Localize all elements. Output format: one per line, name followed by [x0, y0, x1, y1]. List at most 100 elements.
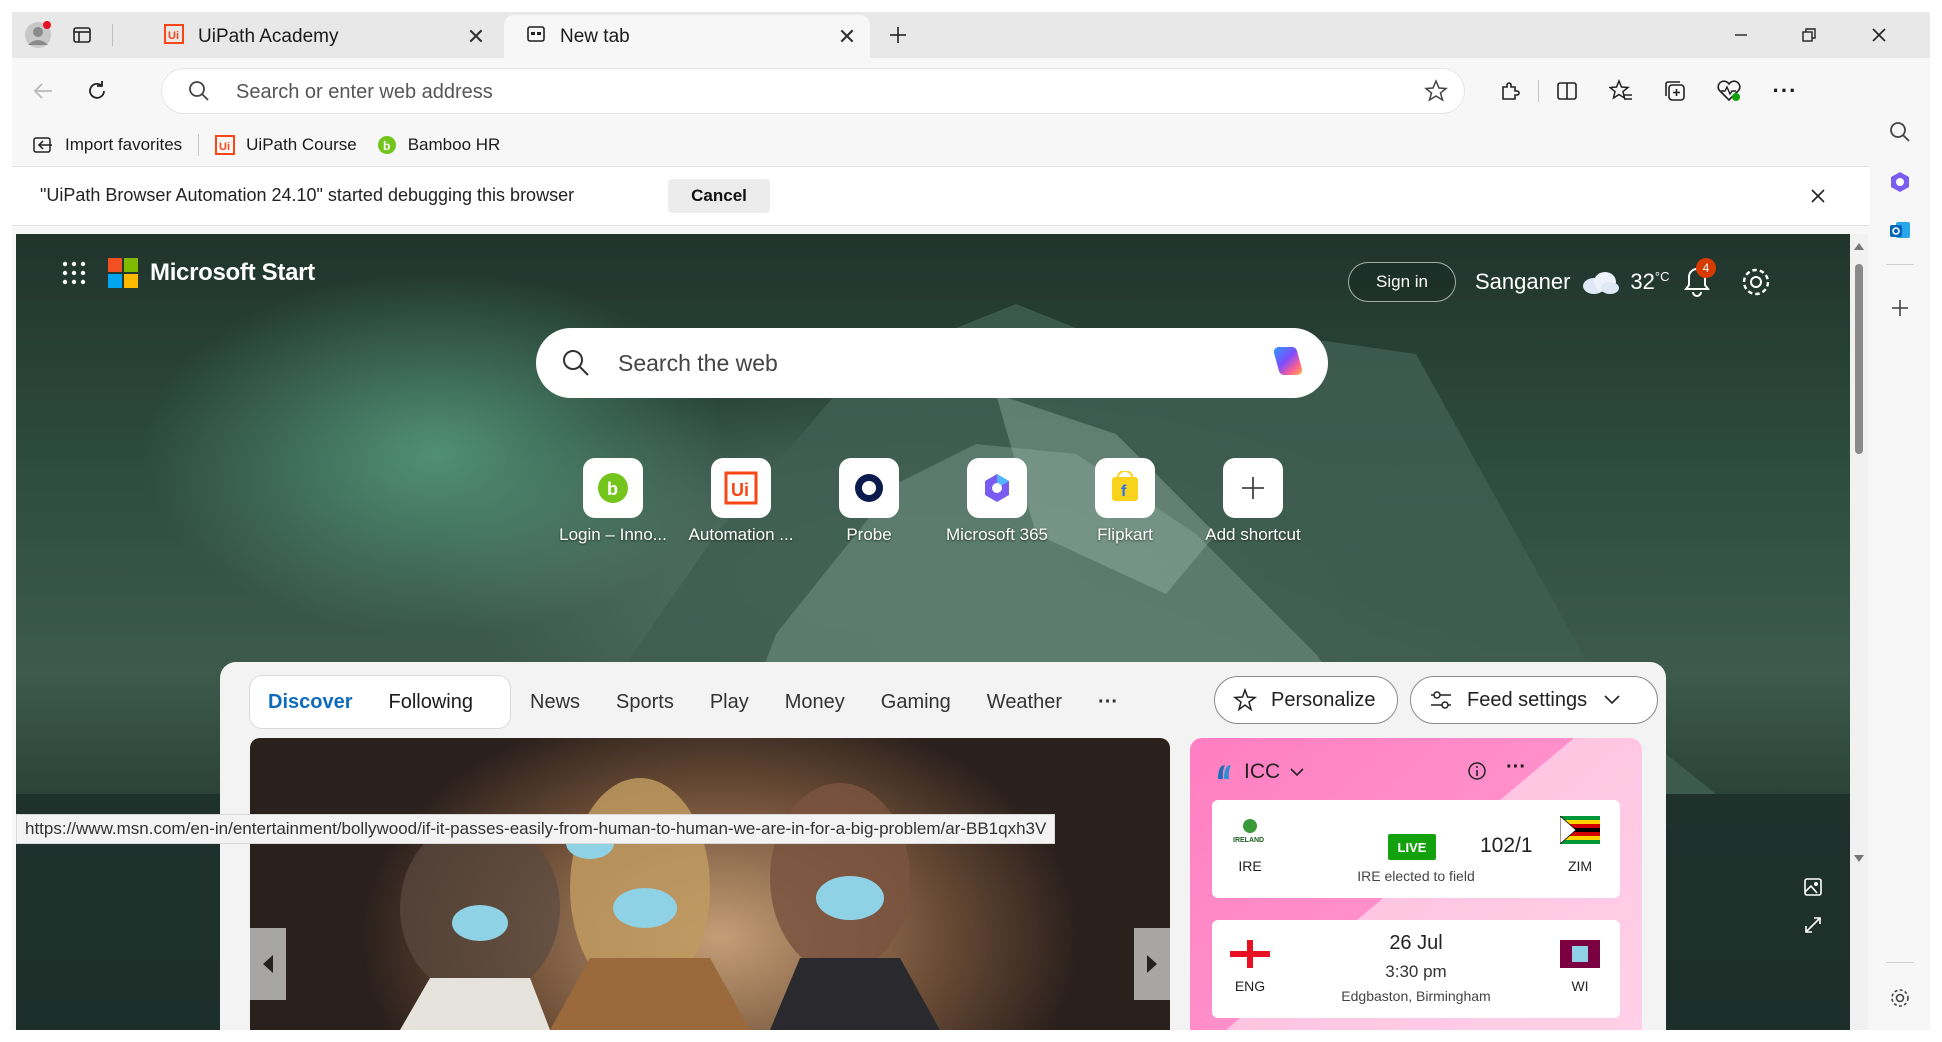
more-categories-button[interactable]: ··· — [1080, 691, 1136, 714]
category-sports[interactable]: Sports — [598, 691, 692, 714]
uipath-icon: Ui — [164, 23, 184, 50]
sign-in-button[interactable]: Sign in — [1348, 262, 1456, 302]
background-image-button[interactable] — [1798, 872, 1828, 902]
refresh-icon — [89, 81, 105, 99]
web-search-box[interactable] — [536, 328, 1328, 398]
scrollbar-thumb[interactable] — [1855, 264, 1863, 454]
category-money[interactable]: Money — [767, 691, 863, 714]
address-bar[interactable] — [162, 69, 1464, 113]
back-button[interactable] — [22, 70, 64, 112]
close-window-button[interactable] — [1844, 12, 1914, 58]
status-url-tooltip: https://www.msn.com/en-in/entertainment/… — [16, 814, 1056, 844]
app-launcher-icon[interactable] — [62, 261, 86, 285]
personalize-label: Personalize — [1271, 688, 1376, 711]
category-weather[interactable]: Weather — [969, 691, 1080, 714]
tab-discover[interactable]: Discover — [250, 691, 371, 714]
page-settings-gear-icon[interactable] — [1738, 264, 1774, 300]
expand-icon — [1805, 917, 1821, 933]
sidebar-search-button[interactable] — [1882, 114, 1918, 150]
carousel-prev-button[interactable] — [250, 928, 286, 1000]
scroll-up-icon[interactable] — [1850, 240, 1868, 254]
page-scrollbar[interactable] — [1850, 234, 1868, 1030]
address-input[interactable] — [234, 77, 1338, 107]
new-tab-button[interactable] — [880, 19, 916, 51]
weather-widget[interactable]: Sanganer 32°C — [1475, 269, 1670, 295]
favorite-star-icon[interactable] — [1424, 79, 1448, 103]
close-tab-icon[interactable]: ✕ — [461, 22, 491, 52]
favorites-divider — [198, 134, 200, 156]
featured-article-image[interactable] — [250, 738, 1170, 1030]
category-news[interactable]: News — [512, 691, 598, 714]
sidebar-divider — [1886, 264, 1914, 265]
close-infobar-button[interactable] — [1802, 180, 1834, 212]
close-tab-icon[interactable]: ✕ — [832, 22, 862, 52]
shortcut-probe[interactable]: Probe — [805, 458, 933, 545]
favorite-import-favorites[interactable]: Import favorites — [22, 128, 192, 162]
match-card-ire-zim[interactable]: IRELAND IRE LIVE 102/1 ZIM IRE elected t… — [1212, 800, 1620, 898]
refresh-button[interactable] — [76, 70, 118, 112]
card-more-button[interactable]: ··· — [1506, 756, 1526, 779]
uipath-icon: Ui — [215, 135, 236, 155]
favorites-list-icon — [1609, 79, 1632, 100]
sidebar-add-button[interactable] — [1882, 290, 1918, 326]
sidebar-m365-button[interactable] — [1882, 164, 1918, 200]
sidebar-divider — [1886, 962, 1914, 963]
chevron-down-icon — [1603, 694, 1621, 706]
profile-avatar[interactable] — [20, 19, 56, 51]
browser-essentials-button[interactable] — [1708, 70, 1750, 112]
svg-text:IRELAND: IRELAND — [1233, 837, 1264, 844]
scroll-down-icon[interactable] — [1850, 852, 1868, 866]
chevron-left-icon — [263, 955, 273, 973]
collections-button[interactable] — [1654, 70, 1696, 112]
league-name: ICC — [1244, 760, 1281, 783]
microsoft-logo-icon — [108, 258, 138, 288]
back-arrow-icon — [33, 83, 52, 99]
extensions-button[interactable] — [1489, 70, 1531, 112]
split-screen-button[interactable] — [1546, 70, 1588, 112]
favorites-button[interactable] — [1600, 70, 1642, 112]
svg-text:b: b — [383, 139, 390, 153]
favorite-bamboo-hr[interactable]: b Bamboo HR — [367, 128, 511, 162]
close-icon — [1811, 189, 1825, 203]
shortcut-microsoft-365[interactable]: Microsoft 365 — [933, 458, 1061, 545]
icc-logo-icon — [1218, 765, 1231, 779]
ms-start-header: Microsoft Start — [62, 258, 315, 288]
sidebar-settings-button[interactable] — [1882, 980, 1918, 1016]
match-card-eng-wi[interactable]: ENG 26 Jul 3:30 pm Edgbaston, Birmingham… — [1212, 920, 1620, 1018]
copilot-icon[interactable] — [1266, 342, 1308, 384]
svg-text:Ui: Ui — [168, 30, 179, 42]
live-badge: LIVE — [1388, 834, 1436, 860]
shortcut-login[interactable]: b Login – Inno... — [549, 458, 677, 545]
cancel-debug-button[interactable]: Cancel — [668, 179, 770, 213]
tab-uipath-academy[interactable]: Ui UiPath Academy ✕ — [142, 15, 499, 58]
browser-window: Ui UiPath Academy ✕ New tab ✕ Search or … — [12, 12, 1930, 1030]
category-play[interactable]: Play — [692, 691, 767, 714]
expand-button[interactable] — [1798, 910, 1828, 940]
search-icon — [1890, 122, 1910, 142]
weather-location: Sanganer — [1475, 269, 1571, 294]
sidebar-outlook-button[interactable] — [1882, 212, 1918, 248]
shortcut-automation[interactable]: Ui Automation ... — [677, 458, 805, 545]
plus-icon — [1242, 477, 1264, 499]
minimize-button[interactable] — [1706, 12, 1776, 58]
chevron-down-icon — [1290, 768, 1304, 777]
top-sites: b Login – Inno... Ui Automation ... Prob… — [549, 458, 1317, 545]
plus-icon — [890, 27, 906, 43]
tab-following[interactable]: Following — [371, 691, 491, 714]
shortcut-flipkart[interactable]: f Flipkart — [1061, 458, 1189, 545]
match-note: IRE elected to field — [1357, 868, 1475, 884]
tab-actions-button[interactable] — [64, 19, 100, 51]
league-selector[interactable]: ICC — [1214, 760, 1304, 784]
carousel-next-button[interactable] — [1134, 928, 1170, 1000]
personalize-button[interactable]: Personalize — [1214, 676, 1398, 724]
restore-button[interactable] — [1774, 12, 1844, 58]
tab-new-tab[interactable]: New tab ✕ — [504, 15, 870, 58]
info-icon[interactable] — [1466, 760, 1488, 782]
brand-title: Microsoft Start — [150, 259, 315, 286]
category-gaming[interactable]: Gaming — [863, 691, 969, 714]
feed-settings-button[interactable]: Feed settings — [1410, 676, 1658, 724]
settings-more-button[interactable]: ··· — [1764, 70, 1806, 112]
web-search-input[interactable] — [616, 346, 1220, 380]
shortcut-add[interactable]: Add shortcut — [1189, 458, 1317, 545]
favorite-uipath-course[interactable]: Ui UiPath Course — [205, 128, 367, 162]
